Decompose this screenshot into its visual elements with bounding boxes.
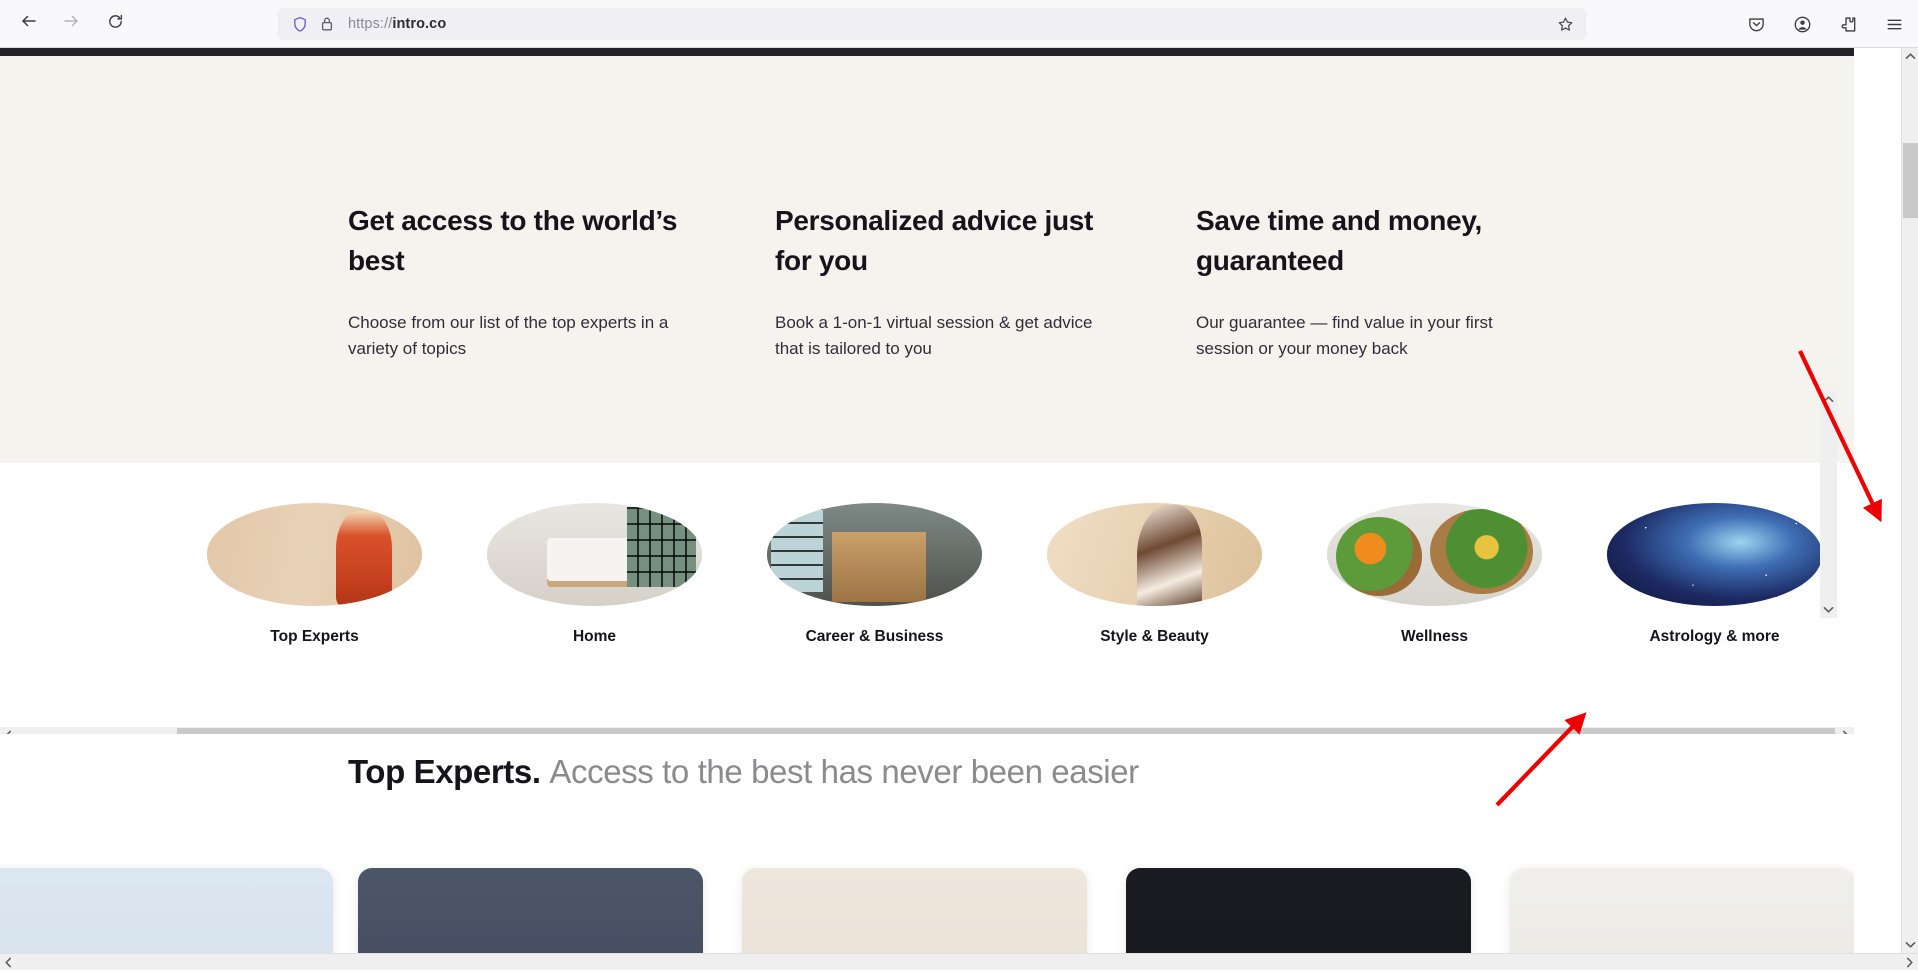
page-scroll-up-button[interactable]: [1902, 48, 1918, 65]
category-thumbnail: [1327, 503, 1542, 606]
category-image: [767, 503, 982, 606]
category-label: Astrology & more: [1607, 628, 1822, 646]
value-prop-body: Choose from our list of the top experts …: [348, 310, 708, 362]
url-text: https://intro.co: [348, 16, 446, 32]
value-prop-card: Save time and money, guaranteed Our guar…: [1196, 201, 1536, 362]
category-image: [1047, 503, 1262, 606]
category-image: [487, 503, 702, 606]
category-image: [207, 503, 422, 606]
pocket-save-icon[interactable]: [1740, 8, 1772, 40]
scroll-up-button[interactable]: [1820, 391, 1837, 408]
bookmark-star-icon[interactable]: [1552, 11, 1578, 37]
value-prop-card: Get access to the world’s best Choose fr…: [348, 201, 708, 362]
browser-toolbar: https://intro.co: [0, 0, 1918, 48]
value-prop-heading: Get access to the world’s best: [348, 201, 708, 281]
page-content-viewport: Get access to the world’s best Choose fr…: [0, 48, 1854, 970]
category-label: Top Experts: [207, 628, 422, 646]
tracking-protection-shield-icon[interactable]: [292, 16, 308, 33]
section-heading-bold: Top Experts.: [348, 753, 541, 790]
page-scroll-left-button[interactable]: [0, 954, 17, 971]
category-item-style-beauty[interactable]: Style & Beauty: [1047, 503, 1262, 646]
page-scroll-right-button[interactable]: [1901, 954, 1918, 971]
category-item-astrology-more[interactable]: Astrology & more: [1607, 503, 1822, 646]
back-button[interactable]: [12, 7, 46, 41]
category-label: Style & Beauty: [1047, 628, 1262, 646]
category-label: Career & Business: [767, 628, 982, 646]
top-experts-section: Top Experts. Access to the best has neve…: [0, 734, 1854, 970]
address-bar[interactable]: https://intro.co: [278, 8, 1586, 40]
value-prop-body: Our guarantee — find value in your first…: [1196, 310, 1536, 362]
category-thumbnail: [1047, 503, 1262, 606]
category-item-wellness[interactable]: Wellness: [1327, 503, 1542, 646]
value-proposition-band: Get access to the world’s best Choose fr…: [0, 56, 1854, 463]
category-thumbnail: [487, 503, 702, 606]
category-thumbnail: [1607, 503, 1822, 606]
page-scroll-down-button[interactable]: [1902, 936, 1918, 953]
scrollbar-thumb[interactable]: [1903, 143, 1918, 218]
value-prop-body: Book a 1-on-1 virtual session & get advi…: [775, 310, 1105, 362]
page-vertical-scrollbar[interactable]: [1901, 48, 1918, 970]
page-top-dark-strip: [0, 48, 1854, 56]
category-carousel[interactable]: Top Experts Home Career & Business Style…: [0, 463, 1854, 706]
extensions-puzzle-icon[interactable]: [1832, 8, 1864, 40]
reload-icon: [107, 13, 124, 35]
category-thumbnail: [207, 503, 422, 606]
inner-vertical-scrollbar[interactable]: [1820, 391, 1837, 618]
category-item-home[interactable]: Home: [487, 503, 702, 646]
section-heading: Top Experts. Access to the best has neve…: [348, 753, 1139, 791]
category-label: Home: [487, 628, 702, 646]
hamburger-menu-icon[interactable]: [1878, 8, 1910, 40]
forward-arrow-icon: [62, 12, 80, 35]
category-item-top-experts[interactable]: Top Experts: [207, 503, 422, 646]
category-image: [1327, 503, 1542, 606]
category-item-career-business[interactable]: Career & Business: [767, 503, 982, 646]
scroll-down-button[interactable]: [1820, 601, 1837, 618]
section-heading-muted: Access to the best has never been easier: [549, 753, 1138, 790]
page-horizontal-scrollbar[interactable]: [0, 953, 1918, 970]
toolbar-right-group: [1740, 8, 1910, 40]
back-arrow-icon: [20, 12, 38, 35]
category-label: Wellness: [1327, 628, 1542, 646]
padlock-icon[interactable]: [320, 16, 334, 32]
category-thumbnail: [767, 503, 982, 606]
value-prop-heading: Save time and money, guaranteed: [1196, 201, 1536, 281]
account-avatar-icon[interactable]: [1786, 8, 1818, 40]
value-prop-heading: Personalized advice just for you: [775, 201, 1105, 281]
reload-button[interactable]: [98, 7, 132, 41]
category-image: [1607, 503, 1822, 606]
value-prop-card: Personalized advice just for you Book a …: [775, 201, 1105, 362]
forward-button[interactable]: [54, 7, 88, 41]
